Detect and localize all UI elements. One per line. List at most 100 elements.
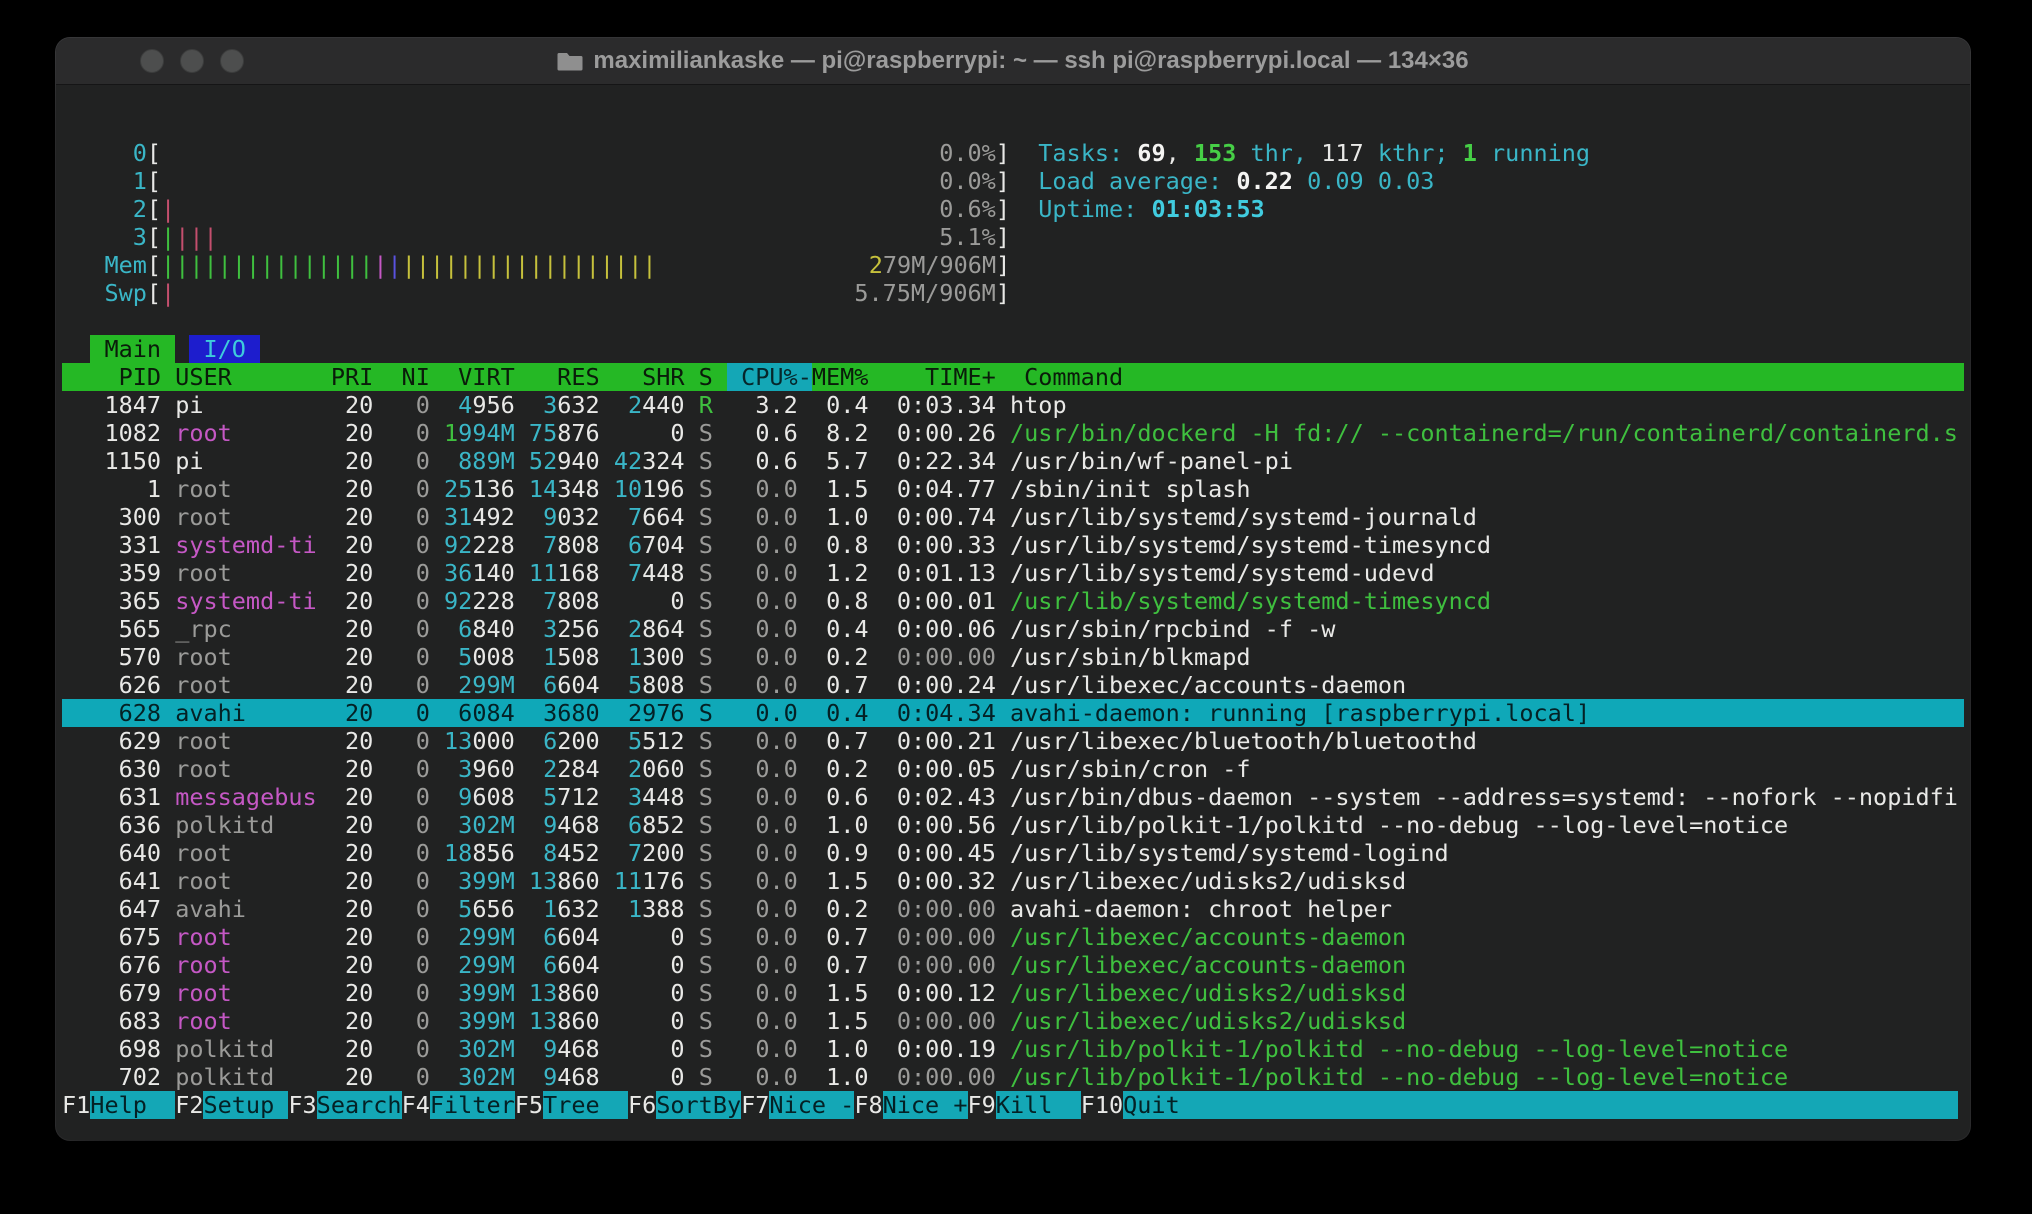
pid-cell: 640: [62, 839, 175, 867]
ni-cell: 0: [387, 643, 444, 671]
process-row[interactable]: 1082 root 20 0 1994M 75876 0 S 0.6 8.2 0…: [62, 419, 1964, 447]
process-row[interactable]: 631 messagebus 20 0 9608 5712 3448 S 0.0…: [62, 783, 1964, 811]
fkey-f4-label[interactable]: Filter: [430, 1091, 515, 1119]
command-cell: /usr/sbin/rpcbind -f -w: [1010, 615, 1335, 643]
fkey-f5-label[interactable]: Tree: [543, 1091, 628, 1119]
state-cell: S: [699, 475, 727, 503]
process-row[interactable]: 1 root 20 0 25136 14348 10196 S 0.0 1.5 …: [62, 475, 1964, 503]
cpu-cell: 0.0: [727, 783, 812, 811]
tab-io[interactable]: I/O: [189, 335, 260, 363]
user-cell: root: [175, 951, 331, 979]
pri-cell: 20: [331, 475, 388, 503]
process-row[interactable]: 565 _rpc 20 0 6840 3256 2864 S 0.0 0.4 0…: [62, 615, 1964, 643]
minimize-button[interactable]: [180, 49, 204, 73]
pri-cell: 20: [331, 531, 388, 559]
mem-cell: 1.5: [812, 1007, 883, 1035]
fkey-f10-label[interactable]: Quit: [1123, 1091, 1958, 1119]
time-cell: 0:02.43: [883, 783, 1010, 811]
cpu-cell: 0.0: [727, 951, 812, 979]
pri-cell: 20: [331, 839, 388, 867]
state-cell: S: [699, 503, 727, 531]
fkey-f4-key[interactable]: F4: [402, 1091, 430, 1119]
fkey-f1-label[interactable]: Help: [90, 1091, 175, 1119]
cpu-cell: 0.6: [727, 419, 812, 447]
column-headers[interactable]: MEM% TIME+ Command: [812, 363, 1123, 391]
cpu-cell: 0.0: [727, 559, 812, 587]
command-cell: /usr/libexec/bluetooth/bluetoothd: [1010, 727, 1477, 755]
fkey-f1-key[interactable]: F1: [62, 1091, 90, 1119]
process-row[interactable]: 629 root 20 0 13000 6200 5512 S 0.0 0.7 …: [62, 727, 1964, 755]
fkey-f10-key[interactable]: F10: [1081, 1091, 1123, 1119]
fkey-f2-key[interactable]: F2: [175, 1091, 203, 1119]
fkey-f6-label[interactable]: SortBy: [656, 1091, 741, 1119]
fkey-f3-key[interactable]: F3: [288, 1091, 316, 1119]
close-button[interactable]: [140, 49, 164, 73]
table-header-row[interactable]: PID USER PRI NI VIRT RES SHR S CPU%-MEM%…: [62, 363, 1964, 391]
process-row[interactable]: 365 systemd-ti 20 0 92228 7808 0 S 0.0 0…: [62, 587, 1964, 615]
cpu-meter-row-2: 2[| 0.6%] Uptime: 01:03:53: [62, 195, 1964, 223]
process-row[interactable]: 640 root 20 0 18856 8452 7200 S 0.0 0.9 …: [62, 839, 1964, 867]
meter-bar: |: [572, 251, 586, 279]
blank-row: [62, 307, 1964, 335]
process-row[interactable]: 683 root 20 0 399M 13860 0 S 0.0 1.5 0:0…: [62, 1007, 1964, 1035]
ni-cell: 0: [387, 783, 444, 811]
meter-bar: |: [373, 251, 387, 279]
process-row[interactable]: 359 root 20 0 36140 11168 7448 S 0.0 1.2…: [62, 559, 1964, 587]
fkey-f9-label[interactable]: Kill: [996, 1091, 1081, 1119]
pri-cell: 20: [331, 391, 388, 419]
meter-bar: |: [444, 251, 458, 279]
time-cell: 0:00.45: [883, 839, 1010, 867]
process-row[interactable]: 647 avahi 20 0 5656 1632 1388 S 0.0 0.2 …: [62, 895, 1964, 923]
state-cell: S: [699, 923, 727, 951]
fkey-f8-label[interactable]: Nice +: [883, 1091, 968, 1119]
process-row[interactable]: 300 root 20 0 31492 9032 7664 S 0.0 1.0 …: [62, 503, 1964, 531]
meter-bar: |: [331, 251, 345, 279]
process-row[interactable]: 636 polkitd 20 0 302M 9468 6852 S 0.0 1.…: [62, 811, 1964, 839]
fkey-f9-key[interactable]: F9: [968, 1091, 996, 1119]
process-row[interactable]: 676 root 20 0 299M 6604 0 S 0.0 0.7 0:00…: [62, 951, 1964, 979]
zoom-button[interactable]: [220, 49, 244, 73]
time-cell: 0:00.24: [883, 671, 1010, 699]
process-row[interactable]: 675 root 20 0 299M 6604 0 S 0.0 0.7 0:00…: [62, 923, 1964, 951]
fkey-f8-key[interactable]: F8: [854, 1091, 882, 1119]
cpu-cell: 0.0: [727, 867, 812, 895]
fkey-f7-key[interactable]: F7: [741, 1091, 769, 1119]
mem-cell: 1.0: [812, 1063, 883, 1091]
process-row[interactable]: 698 polkitd 20 0 302M 9468 0 S 0.0 1.0 0…: [62, 1035, 1964, 1063]
pri-cell: 20: [331, 503, 388, 531]
cpu-cell: 0.6: [727, 447, 812, 475]
process-row[interactable]: 570 root 20 0 5008 1508 1300 S 0.0 0.2 0…: [62, 643, 1964, 671]
time-cell: 0:01.13: [883, 559, 1010, 587]
process-row[interactable]: 679 root 20 0 399M 13860 0 S 0.0 1.5 0:0…: [62, 979, 1964, 1007]
mem-cell: 0.4: [812, 699, 883, 727]
pid-cell: 630: [62, 755, 175, 783]
process-row[interactable]: 630 root 20 0 3960 2284 2060 S 0.0 0.2 0…: [62, 755, 1964, 783]
state-cell: S: [699, 447, 727, 475]
ni-cell: 0: [387, 503, 444, 531]
user-cell: root: [175, 727, 331, 755]
column-headers[interactable]: PID USER PRI NI VIRT RES SHR S: [62, 363, 727, 391]
fkey-f5-key[interactable]: F5: [515, 1091, 543, 1119]
process-row[interactable]: 1150 pi 20 0 889M 52940 42324 S 0.6 5.7 …: [62, 447, 1964, 475]
time-cell: 0:00.06: [883, 615, 1010, 643]
fkey-f6-key[interactable]: F6: [628, 1091, 656, 1119]
tab-main[interactable]: Main: [90, 335, 175, 363]
process-row[interactable]: 626 root 20 0 299M 6604 5808 S 0.0 0.7 0…: [62, 671, 1964, 699]
process-row[interactable]: 641 root 20 0 399M 13860 11176 S 0.0 1.5…: [62, 867, 1964, 895]
pid-cell: 1150: [62, 447, 175, 475]
mem-cell: 0.8: [812, 531, 883, 559]
process-row[interactable]: 702 polkitd 20 0 302M 9468 0 S 0.0 1.0 0…: [62, 1063, 1964, 1091]
process-row[interactable]: 331 systemd-ti 20 0 92228 7808 6704 S 0.…: [62, 531, 1964, 559]
pid-cell: 702: [62, 1063, 175, 1091]
meter-bar: |: [628, 251, 642, 279]
pri-cell: 20: [331, 727, 388, 755]
meter-bar: |: [487, 251, 501, 279]
fkey-f7-label[interactable]: Nice -: [769, 1091, 854, 1119]
pri-cell: 20: [331, 419, 388, 447]
state-cell: S: [699, 755, 727, 783]
process-row[interactable]: 1847 pi 20 0 4956 3632 2440 R 3.2 0.4 0:…: [62, 391, 1964, 419]
sort-column-header[interactable]: CPU%-: [727, 363, 812, 391]
fkey-f2-label[interactable]: Setup: [203, 1091, 288, 1119]
fkey-f3-label[interactable]: Search: [317, 1091, 402, 1119]
process-row[interactable]: 628 avahi 20 0 6084 3680 2976 S 0.0 0.4 …: [62, 699, 1964, 727]
